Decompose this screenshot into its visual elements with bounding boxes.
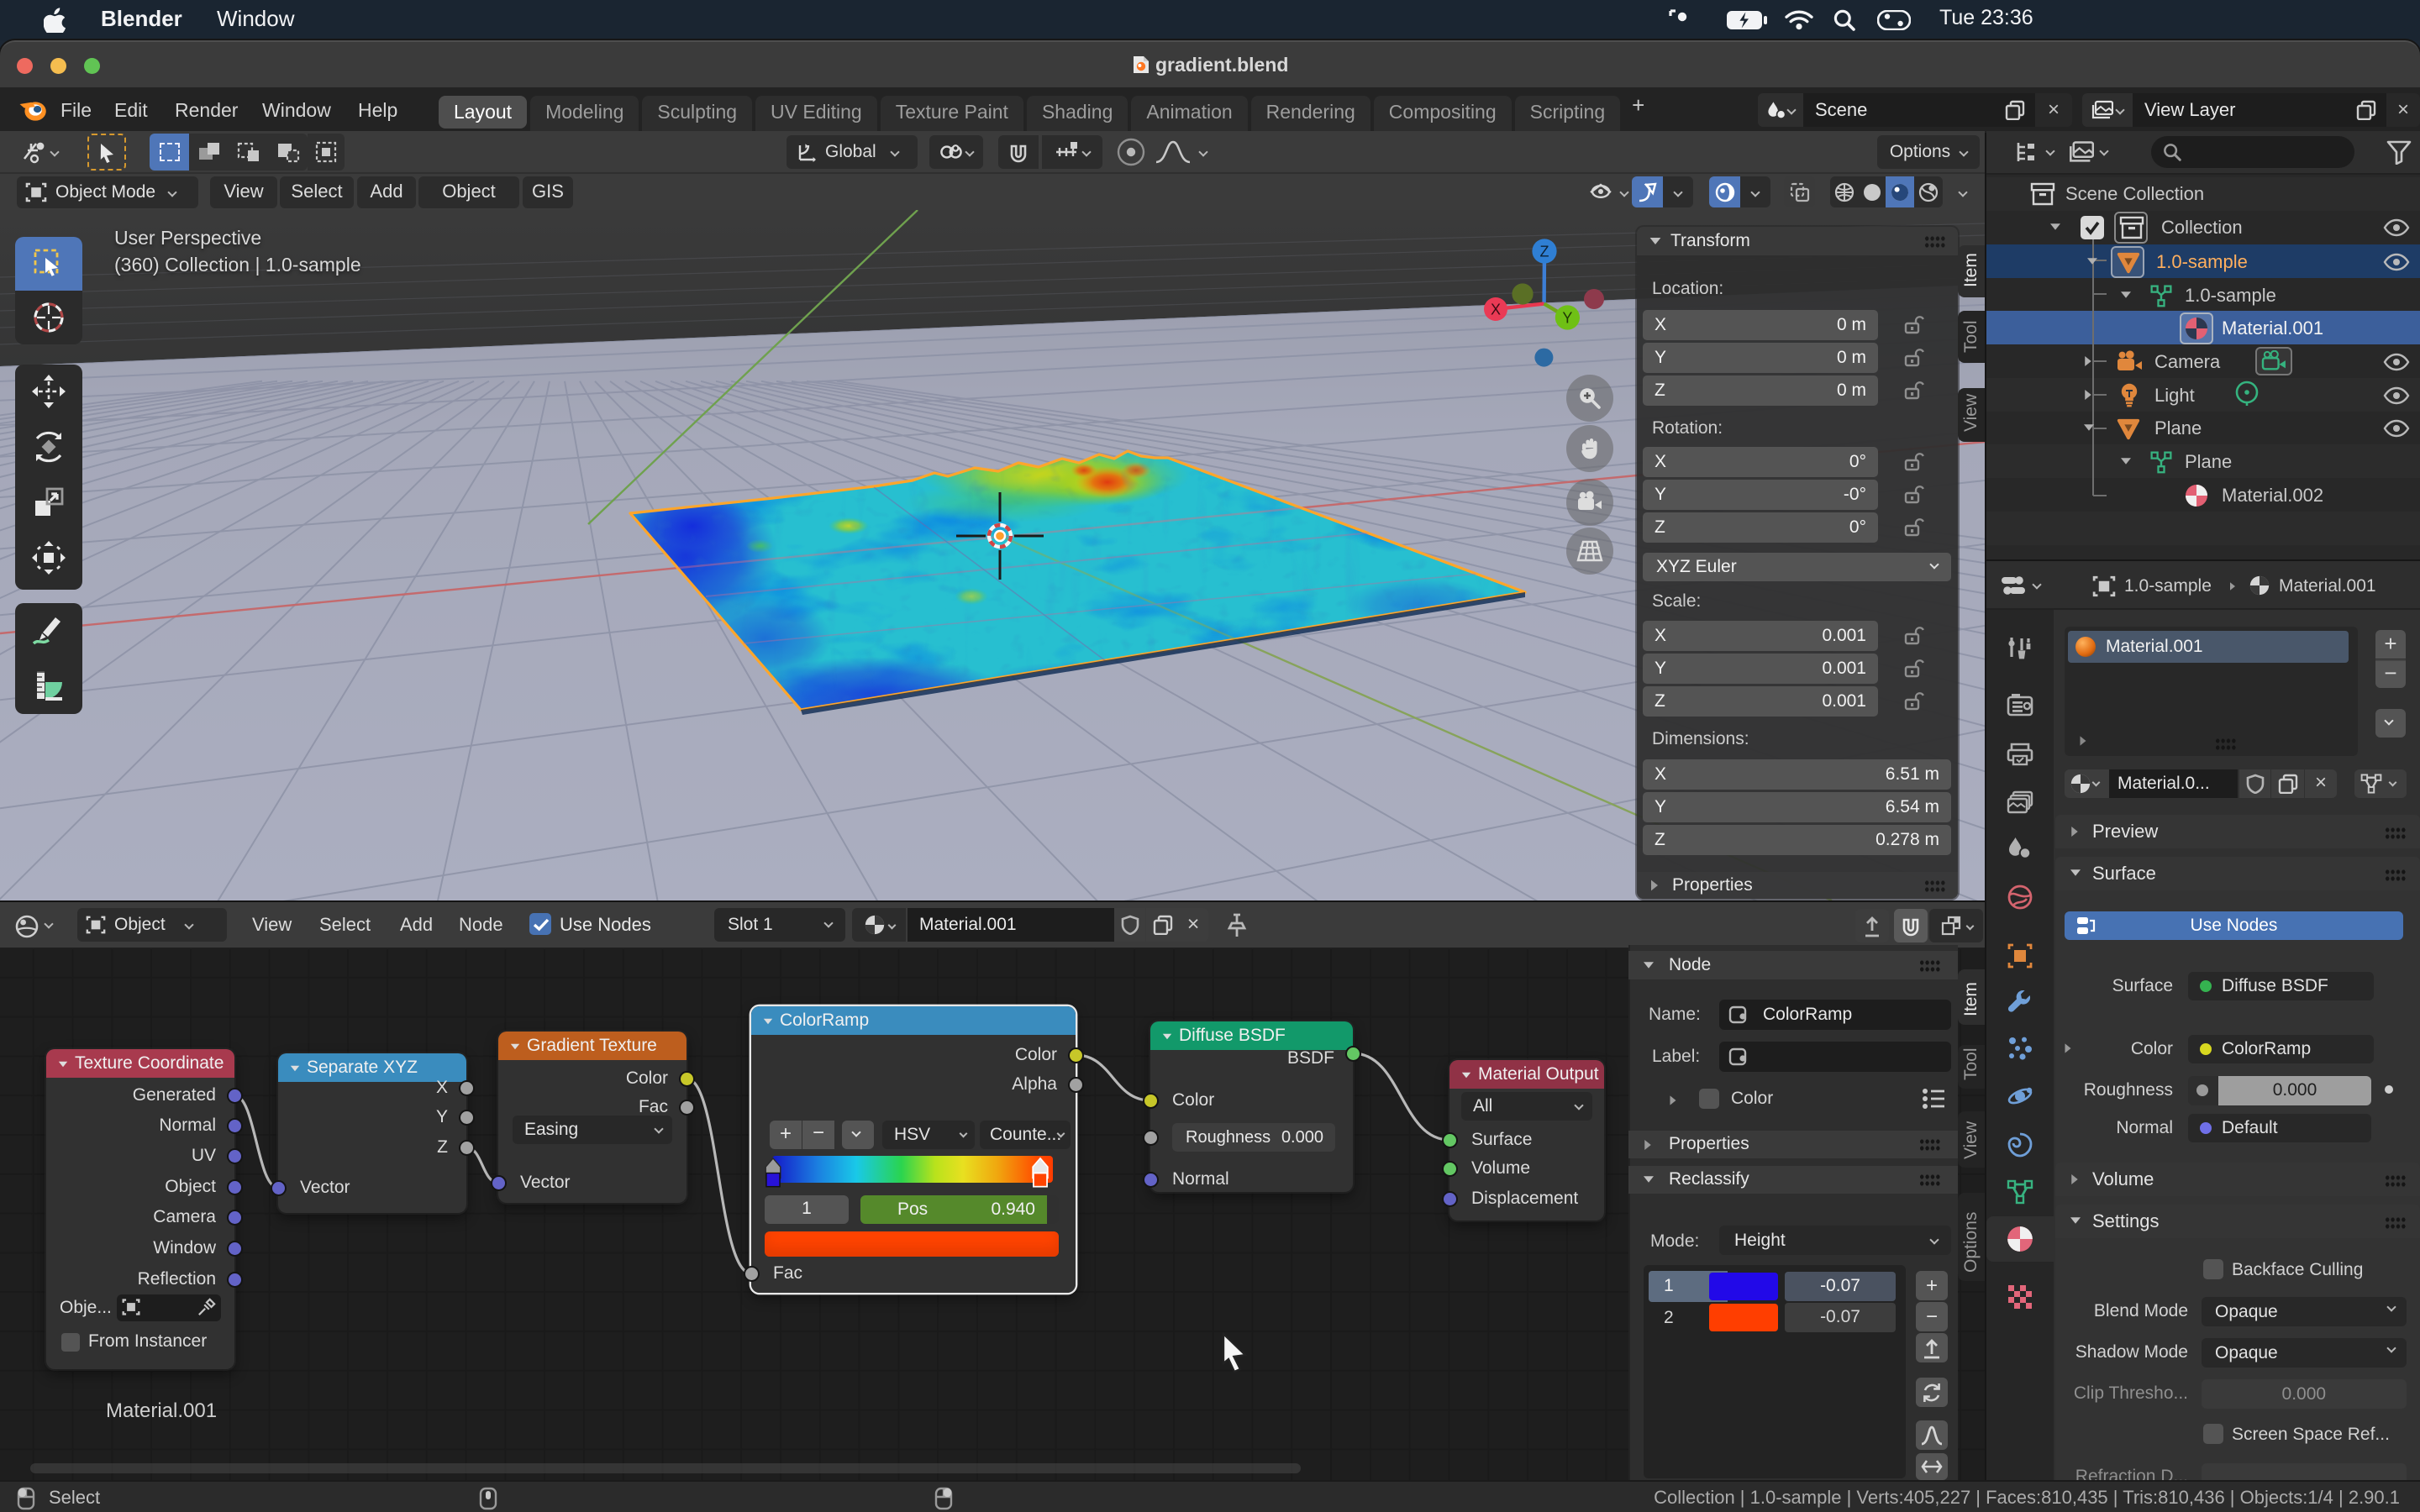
svg-text:Z: Z (1540, 244, 1549, 260)
svg-text:Y: Y (1562, 310, 1572, 327)
svg-text:X: X (1491, 302, 1501, 318)
